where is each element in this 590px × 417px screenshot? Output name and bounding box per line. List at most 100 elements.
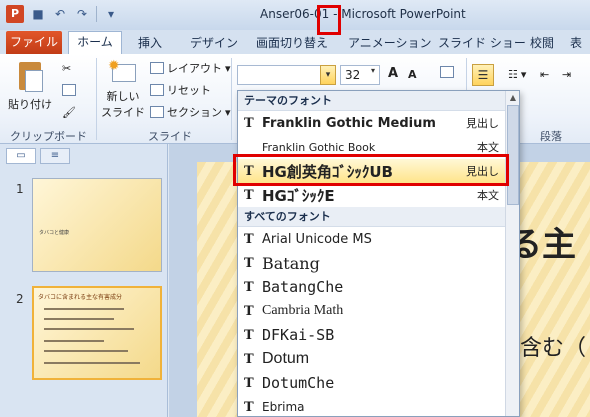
highlight-frame xyxy=(317,5,341,35)
font-option[interactable]: T Franklin Gothic Medium 見出し xyxy=(238,111,519,135)
increase-indent-button[interactable]: ⇥ xyxy=(562,68,571,81)
chevron-down-icon: ▾ xyxy=(520,68,527,81)
font-option[interactable]: T Arial Unicode MS xyxy=(238,227,519,251)
thumb-title: タバコと健康 xyxy=(39,230,70,236)
copy-icon xyxy=(62,84,76,96)
ribbon-tab-row: ファイル ホーム 挿入 デザイン 画面切り替え アニメーション スライド ショー… xyxy=(0,30,590,67)
truetype-icon: T xyxy=(244,399,254,415)
truetype-icon: T xyxy=(244,279,254,295)
ribbon-separator xyxy=(96,58,97,140)
section-button[interactable]: セクション ▾ xyxy=(150,104,231,120)
font-name: Arial Unicode MS xyxy=(262,231,372,247)
truetype-icon: T xyxy=(244,115,254,131)
clipboard-group-label: クリップボード xyxy=(10,130,87,143)
font-name: DotumChe xyxy=(262,374,335,392)
highlight-frame xyxy=(233,154,509,186)
numbered-list-icon: ☷ xyxy=(508,68,518,81)
clear-formatting-button[interactable] xyxy=(440,66,454,78)
truetype-icon: T xyxy=(244,255,254,271)
format-painter-button[interactable]: 🖌 xyxy=(62,106,76,119)
powerpoint-app-icon[interactable]: P xyxy=(6,5,24,23)
chevron-down-icon: ▾ xyxy=(225,61,231,75)
scroll-up-icon[interactable]: ▲ xyxy=(506,91,519,105)
font-name: BatangChe xyxy=(262,278,344,296)
new-slide-label-2: スライド xyxy=(101,106,145,119)
indent-icon: ⇥ xyxy=(562,68,572,81)
quick-access-toolbar: ■ ↶ ↷ ▾ xyxy=(30,6,119,22)
paste-label: 貼り付け xyxy=(8,98,52,111)
tab-file[interactable]: ファイル xyxy=(6,31,62,54)
tab-outline-view[interactable]: ≡ xyxy=(40,148,70,164)
font-dropdown-list: テーマのフォント T Franklin Gothic Medium 見出し Fr… xyxy=(237,90,520,417)
slide-number: 2 xyxy=(16,292,24,306)
chevron-down-icon: ▾ xyxy=(225,105,231,119)
font-option[interactable]: T BatangChe xyxy=(238,275,519,299)
font-name: Batang xyxy=(262,253,320,273)
paragraph-group-label: 段落 xyxy=(540,130,562,143)
tab-design[interactable]: デザイン xyxy=(190,34,238,51)
numbering-button[interactable]: ☷ ▾ xyxy=(508,68,526,81)
slides-pane: ▭ ≡ 1 タバコと健康 2 タバコに含まれる主な有害成分 xyxy=(0,144,168,417)
clear-format-icon xyxy=(440,66,454,78)
font-name: Cambria Math xyxy=(262,303,344,318)
slide-body-text[interactable]: 含む（ xyxy=(520,330,586,362)
paste-button[interactable]: 貼り付け xyxy=(8,60,52,112)
font-option[interactable]: T Batang xyxy=(238,251,519,275)
customize-qat-icon[interactable]: ▾ xyxy=(103,6,119,22)
font-name-input[interactable] xyxy=(237,65,321,85)
font-option[interactable]: T Cambria Math xyxy=(238,299,519,323)
slide-thumbnail-selected[interactable]: タバコに含まれる主な有害成分 xyxy=(32,286,162,380)
truetype-icon: T xyxy=(244,351,254,367)
indent-icon: ⇤ xyxy=(540,68,550,81)
font-kind: 見出し xyxy=(466,117,499,130)
tab-home[interactable]: ホーム xyxy=(68,31,122,54)
undo-icon[interactable]: ↶ xyxy=(52,6,68,22)
bullet-list-icon: ☰ xyxy=(477,68,489,82)
font-option[interactable]: T Dotum xyxy=(238,347,519,371)
font-option[interactable]: T HGｺﾞｼｯｸE 本文 xyxy=(238,183,519,207)
font-name: DFKai-SB xyxy=(262,326,335,344)
shrink-font-button[interactable]: A xyxy=(408,68,417,81)
new-slide-icon: ✹ xyxy=(108,58,138,86)
font-size-chevron-icon[interactable]: ▾ xyxy=(371,66,375,75)
grow-font-button[interactable]: A xyxy=(388,66,398,81)
layout-icon xyxy=(150,62,164,74)
tab-transitions[interactable]: 画面切り替え xyxy=(256,34,328,51)
font-option[interactable]: T DotumChe xyxy=(238,371,519,395)
font-option[interactable]: T Ebrima xyxy=(238,395,519,416)
reset-button[interactable]: リセット xyxy=(150,82,211,98)
all-fonts-header: すべてのフォント xyxy=(238,207,519,227)
theme-fonts-header: テーマのフォント xyxy=(238,91,519,111)
layout-button[interactable]: レイアウト ▾ xyxy=(150,60,231,76)
tab-slides-view[interactable]: ▭ xyxy=(6,148,36,164)
dropdown-scrollbar[interactable]: ▲ xyxy=(505,91,519,416)
cut-button[interactable]: ✂ xyxy=(62,62,71,75)
slides-group-label: スライド xyxy=(148,130,192,143)
redo-icon[interactable]: ↷ xyxy=(74,6,90,22)
tab-animations[interactable]: アニメーション xyxy=(348,34,432,51)
tab-insert[interactable]: 挿入 xyxy=(138,34,162,51)
save-icon[interactable]: ■ xyxy=(30,6,46,22)
font-name-dropdown-button[interactable]: ▾ xyxy=(320,65,336,85)
section-icon xyxy=(150,106,164,118)
new-slide-button[interactable]: ✹ 新しい スライド xyxy=(100,58,146,120)
truetype-icon: T xyxy=(244,231,254,247)
scissors-icon: ✂ xyxy=(62,62,72,75)
slide-thumbnail[interactable]: タバコと健康 xyxy=(32,178,162,272)
truetype-icon: T xyxy=(244,303,254,319)
tab-slide-show[interactable]: スライド ショー xyxy=(438,34,526,51)
font-kind: 本文 xyxy=(477,189,499,202)
slide-number: 1 xyxy=(16,182,24,196)
decrease-indent-button[interactable]: ⇤ xyxy=(540,68,549,81)
layout-label: レイアウト xyxy=(167,62,222,75)
new-slide-label-1: 新しい xyxy=(106,90,140,103)
font-name: Ebrima xyxy=(262,400,305,414)
font-option[interactable]: T DFKai-SB xyxy=(238,323,519,347)
chevron-down-icon: ▾ xyxy=(325,70,331,80)
title-bar: P ■ ↶ ↷ ▾ Anser06-01 - Microsoft PowerPo… xyxy=(0,0,590,30)
bullets-button[interactable]: ☰ xyxy=(472,64,494,86)
pane-tabs: ▭ ≡ xyxy=(6,148,162,166)
copy-button[interactable] xyxy=(62,84,76,96)
tab-review[interactable]: 校閲 xyxy=(530,34,554,51)
section-label: セクション xyxy=(167,106,222,119)
